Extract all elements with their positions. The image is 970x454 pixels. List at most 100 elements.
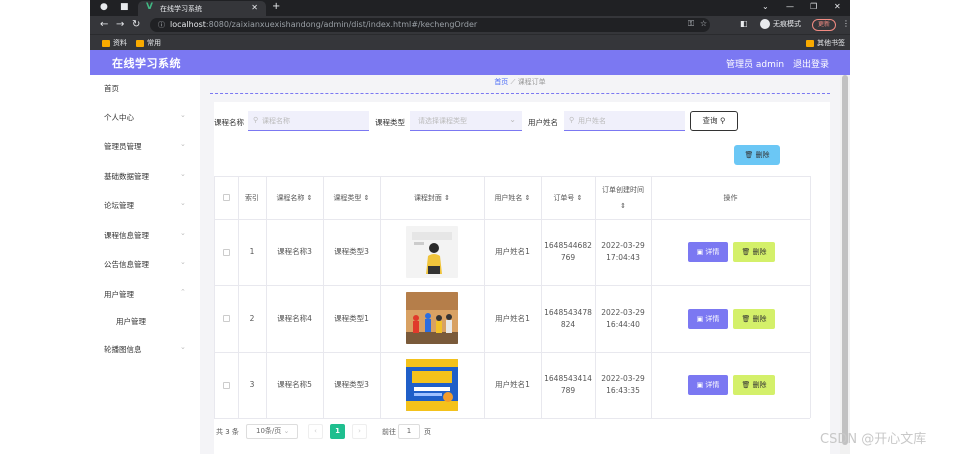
row-order-no: 1648543478 824 <box>544 307 592 329</box>
chevron-down-icon: ⌄ <box>180 258 186 266</box>
sidebar-item-admin-management[interactable]: 管理员管理 ⌄ <box>90 137 200 157</box>
restore-icon[interactable]: ❐ <box>810 2 817 11</box>
row-select-cell <box>214 285 238 352</box>
select-all-checkbox[interactable] <box>222 194 230 201</box>
folder-icon <box>806 39 814 47</box>
row-course-type: 课程类型3 <box>334 380 369 389</box>
breadcrumb-separator-icon: ⟋ <box>510 78 518 86</box>
course-cover-image[interactable] <box>406 292 458 344</box>
bookmark-folder-changyong[interactable]: 常用 <box>136 38 161 48</box>
browser-menu-icon[interactable]: ● <box>100 2 108 12</box>
new-tab-icon[interactable]: + <box>272 1 280 12</box>
search-icon: ⚲ <box>719 116 726 125</box>
goto-page-input[interactable]: 1 <box>398 424 420 439</box>
row-index: 3 <box>249 380 255 389</box>
sidebar-item-carousel[interactable]: 轮播图信息 ⌄ <box>90 340 200 360</box>
bookmark-folder-ziliao[interactable]: 资料 <box>102 38 127 48</box>
breadcrumb-home[interactable]: 首页 <box>494 78 508 86</box>
course-type-select[interactable]: 请选择课程类型 ⌄ <box>410 111 522 131</box>
key-icon[interactable]: ⚿ <box>688 19 694 29</box>
other-bookmarks[interactable]: 其他书签 <box>806 38 845 48</box>
row-checkbox[interactable] <box>222 381 230 389</box>
update-button[interactable]: 更新 <box>812 19 836 31</box>
detail-button[interactable]: ▣ 详情 <box>688 309 728 329</box>
next-page-button[interactable]: › <box>352 424 367 439</box>
search-icon: ⚲ <box>253 116 259 124</box>
chevron-down-icon: ⌄ <box>180 140 186 148</box>
reload-icon[interactable]: ↻ <box>132 19 140 30</box>
delete-button[interactable]: 🗑︎ 删除 <box>733 242 775 262</box>
col-user-name[interactable]: 用户姓名 ⇕ <box>484 176 541 219</box>
select-all-cell <box>214 176 238 219</box>
scrollbar-thumb[interactable] <box>842 75 848 445</box>
page-1-button[interactable]: 1 <box>330 424 345 439</box>
col-order-no[interactable]: 订单号 ⇕ <box>541 176 595 219</box>
app-title: 在线学习系统 <box>112 57 181 70</box>
sidebar-item-user-management[interactable]: 用户管理 ⌃ <box>90 285 200 305</box>
course-cover-image[interactable] <box>406 226 458 278</box>
chevron-down-icon: ⌄ <box>180 229 186 237</box>
chevron-down-icon: ⌄ <box>180 170 186 178</box>
sidebar-item-course-info[interactable]: 课程信息管理 ⌄ <box>90 226 200 246</box>
pagination: 共 3 条 10条/页 ⌄ ‹ 1 › 前往 1 页 <box>214 422 830 446</box>
row-select-cell <box>214 352 238 418</box>
page-size-select[interactable]: 10条/页 ⌄ <box>246 424 298 439</box>
breadcrumb-current: 课程订单 <box>517 78 546 86</box>
forward-icon[interactable]: → <box>116 19 124 30</box>
tab-search-icon[interactable]: ■ <box>120 2 129 12</box>
batch-delete-button[interactable]: 🗑︎ 删除 <box>734 145 780 165</box>
sidebar-item-home[interactable]: 首页 <box>90 79 200 99</box>
sidebar-subitem-user-management[interactable]: 用户管理 <box>90 312 200 332</box>
row-checkbox[interactable] <box>222 315 230 322</box>
row-course-name: 课程名称3 <box>277 247 312 256</box>
chevron-down-icon[interactable]: ⌄ <box>762 2 769 11</box>
sidebar-item-notice[interactable]: 公告信息管理 ⌄ <box>90 255 200 275</box>
query-button[interactable]: 查询 ⚲ <box>690 111 738 131</box>
more-menu-icon[interactable]: ⋮ <box>842 19 850 28</box>
user-name-label: 用户姓名 <box>528 118 558 127</box>
browser-toolbar: ← → ↻ ⓘ localhost:8080/zaixianxuexishand… <box>90 16 850 34</box>
col-course-type[interactable]: 课程类型 ⇕ <box>323 176 380 219</box>
row-order-no: 1648543414 789 <box>544 374 592 395</box>
minimize-icon[interactable]: — <box>786 2 794 11</box>
sort-icon: ⇕ <box>620 201 626 210</box>
back-icon[interactable]: ← <box>100 19 108 30</box>
detail-icon: ▣ <box>696 315 704 323</box>
prev-page-button[interactable]: ‹ <box>308 424 323 439</box>
row-checkbox[interactable] <box>222 248 230 256</box>
detail-icon: ▣ <box>696 248 704 256</box>
delete-button[interactable]: 🗑︎ 删除 <box>733 309 775 329</box>
trash-icon: 🗑︎ <box>741 381 751 389</box>
star-icon[interactable]: ☆ <box>700 19 707 28</box>
course-name-input[interactable]: ⚲ 课程名称 <box>248 111 369 131</box>
sidebar-item-forum[interactable]: 论坛管理 ⌄ <box>90 196 200 216</box>
close-window-icon[interactable]: ✕ <box>834 2 841 11</box>
col-cover[interactable]: 课程封面 ⇕ <box>380 176 484 219</box>
detail-button[interactable]: ▣ 详情 <box>688 242 728 262</box>
sidepanel-icon[interactable]: ◧ <box>740 19 748 28</box>
table-border <box>380 176 381 418</box>
sidebar-item-personal-center[interactable]: 个人中心 ⌄ <box>90 108 200 128</box>
row-user-name: 用户姓名1 <box>495 247 530 256</box>
row-created-time: 2022-03-29 16:43:35 <box>601 374 645 395</box>
detail-button[interactable]: ▣ 详情 <box>688 375 728 395</box>
user-name-input[interactable]: ⚲ 用户姓名 <box>564 111 685 131</box>
incognito-indicator[interactable]: 无痕模式 <box>760 19 801 29</box>
logout-link[interactable]: 退出登录 <box>793 57 829 70</box>
sidebar-item-base-data[interactable]: 基础数据管理 ⌄ <box>90 167 200 187</box>
delete-button[interactable]: 🗑︎ 删除 <box>733 375 775 395</box>
sort-icon: ⇕ <box>524 193 531 202</box>
tab-title: 在线学习系统 <box>160 5 202 13</box>
browser-tab[interactable]: V 在线学习系统 ✕ <box>138 1 266 16</box>
course-cover-image[interactable] <box>406 359 458 411</box>
address-bar[interactable]: ⓘ localhost:8080/zaixianxuexishandong/ad… <box>150 18 710 32</box>
info-icon[interactable]: ⓘ <box>158 20 165 30</box>
trash-icon: 🗑︎ <box>744 151 754 159</box>
col-course-name[interactable]: 课程名称 ⇕ <box>266 176 323 219</box>
app-header: 在线学习系统 管理员 admin 退出登录 <box>90 50 850 75</box>
sort-icon: ⇕ <box>363 193 370 202</box>
col-index: 索引 <box>245 193 259 202</box>
close-tab-icon[interactable]: ✕ <box>251 3 258 12</box>
breadcrumb-divider <box>210 93 830 94</box>
col-created-time[interactable]: 订单创建时间 ⇕ <box>595 176 651 219</box>
